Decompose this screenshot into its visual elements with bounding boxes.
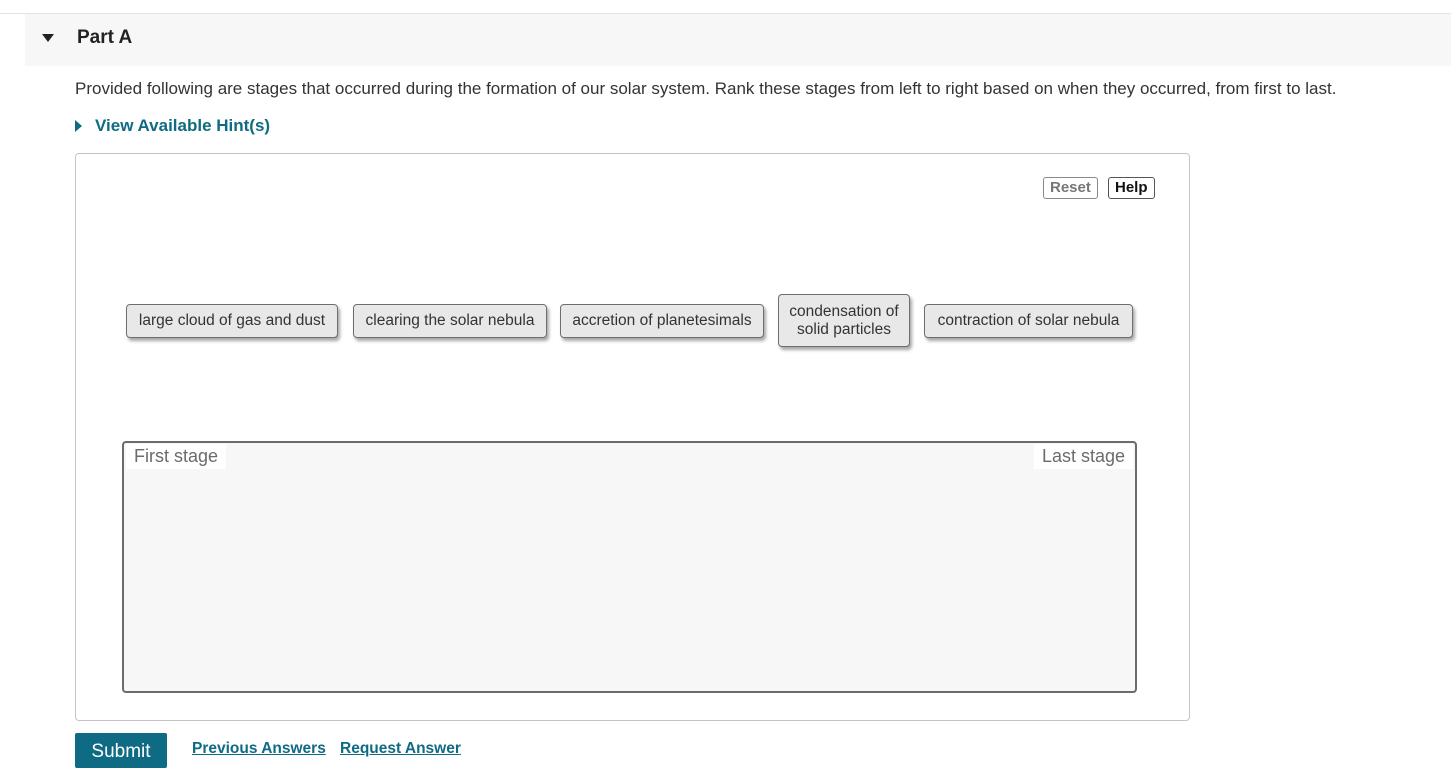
- draggable-tile[interactable]: clearing the solar nebula: [353, 304, 547, 338]
- part-title: Part A: [77, 27, 133, 48]
- reset-button[interactable]: Reset: [1043, 177, 1098, 199]
- draggable-tile[interactable]: contraction of solar nebula: [924, 304, 1133, 338]
- draggable-tile[interactable]: accretion of planetesimals: [560, 304, 764, 338]
- ranking-dropzone[interactable]: First stage Last stage: [122, 441, 1137, 693]
- last-stage-label: Last stage: [1033, 444, 1133, 469]
- caret-down-icon[interactable]: [42, 34, 54, 42]
- view-hints-label[interactable]: View Available Hint(s): [95, 116, 270, 136]
- ranking-panel: Reset Help large cloud of gas and dust c…: [75, 153, 1190, 721]
- first-stage-label: First stage: [126, 444, 227, 469]
- question-prompt: Provided following are stages that occur…: [75, 79, 1337, 98]
- draggable-tile[interactable]: large cloud of gas and dust: [126, 304, 338, 338]
- part-header[interactable]: Part A: [25, 14, 1451, 66]
- submit-button[interactable]: Submit: [75, 733, 167, 768]
- draggable-tile[interactable]: condensation of solid particles: [778, 294, 910, 347]
- previous-answers-link[interactable]: Previous Answers: [192, 740, 326, 758]
- view-hints-link[interactable]: View Available Hint(s): [75, 116, 270, 136]
- request-answer-link[interactable]: Request Answer: [340, 740, 461, 758]
- caret-right-icon: [75, 120, 82, 132]
- help-button[interactable]: Help: [1108, 177, 1155, 199]
